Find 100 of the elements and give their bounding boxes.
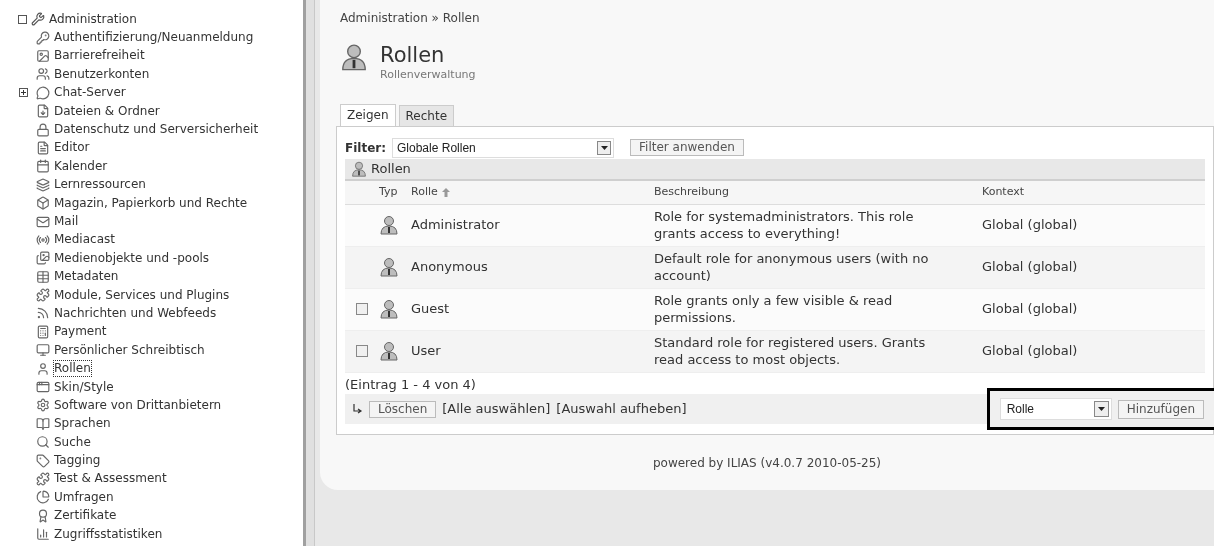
key-icon bbox=[36, 30, 50, 45]
tree-item[interactable]: Mediacast bbox=[54, 232, 115, 248]
tools-icon bbox=[31, 12, 45, 27]
table-cell-text: Default role for anonymous users (with no account) bbox=[654, 250, 930, 284]
image-icon bbox=[36, 49, 50, 63]
images-icon bbox=[36, 251, 50, 266]
column-header[interactable]: Beschreibung bbox=[654, 183, 982, 201]
tree-item[interactable]: Module, Services und Plugins bbox=[54, 287, 230, 303]
book-icon bbox=[36, 416, 50, 431]
table-cell-text: Anonymous bbox=[411, 258, 489, 277]
box-icon bbox=[36, 196, 50, 211]
tree-item[interactable]: Software von Drittanbietern bbox=[54, 397, 222, 413]
tree-item[interactable]: Dateien & Ordner bbox=[54, 103, 160, 119]
page-subtitle: Rollenverwaltung bbox=[380, 67, 476, 83]
search-icon bbox=[36, 435, 50, 450]
pie-chart-icon bbox=[36, 490, 50, 505]
bar-chart-icon bbox=[36, 527, 50, 542]
feed-icon bbox=[36, 306, 50, 321]
calendar-icon bbox=[36, 159, 50, 174]
dropdown-caret-icon bbox=[1097, 407, 1105, 411]
table-title: Rollen bbox=[371, 159, 411, 178]
tag-icon bbox=[36, 453, 50, 468]
filter-select[interactable]: Globale Rollen bbox=[392, 137, 614, 158]
collapse-toggle[interactable] bbox=[18, 14, 27, 24]
tree-item[interactable]: Kalender bbox=[54, 158, 108, 174]
table-cell-text: Administrator bbox=[411, 216, 501, 235]
role-icon bbox=[340, 43, 368, 71]
window-icon bbox=[36, 380, 50, 394]
settings-icon bbox=[36, 398, 50, 413]
tree-item[interactable]: Test & Assessment bbox=[54, 471, 167, 487]
users-icon bbox=[36, 67, 50, 82]
tree-item[interactable]: Metadaten bbox=[54, 269, 119, 285]
selection-link[interactable]: [Auswahl aufheben] bbox=[556, 399, 687, 419]
tree-item[interactable]: Suche bbox=[54, 434, 91, 450]
tree-item[interactable]: Administration bbox=[49, 10, 137, 29]
filter-label: Filter: bbox=[345, 139, 386, 157]
add-button[interactable]: Hinzufügen bbox=[1117, 399, 1204, 419]
footer-text: powered by ILIAS (v4.0.7 2010-05-25) bbox=[652, 454, 882, 472]
tree-item[interactable]: Mail bbox=[54, 214, 79, 229]
tree-item[interactable]: Nachrichten und Webfeeds bbox=[54, 305, 217, 321]
table-cell-text: Global (global) bbox=[982, 216, 1079, 235]
tree-item[interactable]: Barrierefreiheit bbox=[54, 48, 145, 64]
tree-item[interactable]: Zugriffsstatistiken bbox=[54, 526, 163, 542]
tree-item[interactable]: Datenschutz und Serversicherheit bbox=[54, 122, 259, 138]
tree-item[interactable]: Payment bbox=[54, 324, 107, 340]
document-icon bbox=[36, 140, 50, 155]
person-icon bbox=[36, 361, 50, 376]
role-icon bbox=[379, 257, 399, 277]
row-checkbox[interactable] bbox=[356, 345, 368, 357]
breadcrumb[interactable]: Administration » Rollen bbox=[340, 11, 480, 25]
tree-item[interactable]: Medienobjekte und -pools bbox=[54, 250, 210, 266]
tree-item[interactable]: Editor bbox=[54, 140, 90, 156]
tree-item[interactable]: Persönlicher Schreibtisch bbox=[54, 342, 205, 358]
tree-item[interactable]: Skin/Style bbox=[54, 379, 114, 395]
row-checkbox[interactable] bbox=[356, 303, 368, 315]
pane-splitter[interactable] bbox=[303, 0, 315, 546]
tree-item[interactable]: Lernressourcen bbox=[54, 177, 146, 193]
tree-item[interactable]: Authentifizierung/Neuanmeldung bbox=[54, 30, 254, 46]
tree-item[interactable]: Chat-Server bbox=[54, 85, 126, 101]
tree-item[interactable]: Zertifikate bbox=[54, 508, 117, 524]
sort-ascending-icon bbox=[441, 187, 450, 197]
table-cell-text: Role grants only a few visible & read permissions. bbox=[654, 292, 894, 326]
puzzle-icon bbox=[36, 471, 50, 486]
expand-toggle[interactable] bbox=[19, 88, 28, 98]
tree-item[interactable]: Umfragen bbox=[54, 489, 114, 505]
certificate-icon bbox=[36, 508, 50, 523]
tab[interactable]: Zeigen bbox=[340, 103, 396, 126]
tab[interactable]: Rechte bbox=[398, 104, 455, 126]
dropdown-caret-icon bbox=[600, 145, 608, 150]
filter-apply-button[interactable]: Filter anwenden bbox=[630, 139, 744, 156]
tree-item[interactable]: Magazin, Papierkorb und Rechte bbox=[54, 195, 248, 211]
corner-arrow-icon bbox=[353, 403, 363, 415]
page-title: Rollen bbox=[380, 43, 446, 67]
table-cell-text: Guest bbox=[411, 300, 451, 319]
role-icon bbox=[379, 299, 399, 319]
broadcast-icon bbox=[36, 232, 50, 247]
tree-item[interactable]: Benutzerkonten bbox=[54, 66, 150, 82]
column-header[interactable]: Typ bbox=[379, 183, 411, 201]
layers-icon bbox=[36, 177, 50, 192]
role-icon bbox=[379, 341, 399, 361]
column-header[interactable]: Kontext bbox=[982, 183, 1205, 201]
mail-icon bbox=[36, 214, 50, 229]
delete-button[interactable]: Löschen bbox=[369, 400, 437, 418]
file-icon bbox=[36, 104, 50, 119]
table-cell-text: Global (global) bbox=[982, 258, 1079, 277]
table-icon bbox=[36, 269, 50, 284]
chat-icon bbox=[36, 85, 50, 100]
table-cell-text: Global (global) bbox=[982, 342, 1079, 361]
column-header[interactable]: Rolle bbox=[411, 183, 438, 201]
calculator-icon bbox=[36, 324, 50, 339]
tree-item[interactable]: Tagging bbox=[54, 453, 101, 469]
role-icon bbox=[379, 215, 399, 235]
table-cell-text: User bbox=[411, 342, 442, 361]
puzzle-icon bbox=[36, 288, 50, 303]
entry-count: (Eintrag 1 - 4 von 4) bbox=[345, 375, 477, 394]
tree-item[interactable]: Sprachen bbox=[54, 416, 111, 432]
selection-link[interactable]: [Alle auswählen] bbox=[442, 399, 551, 419]
tree-item[interactable]: Rollen bbox=[54, 361, 91, 377]
lock-icon bbox=[36, 122, 50, 137]
role-type-select[interactable]: Rolle bbox=[999, 398, 1112, 420]
